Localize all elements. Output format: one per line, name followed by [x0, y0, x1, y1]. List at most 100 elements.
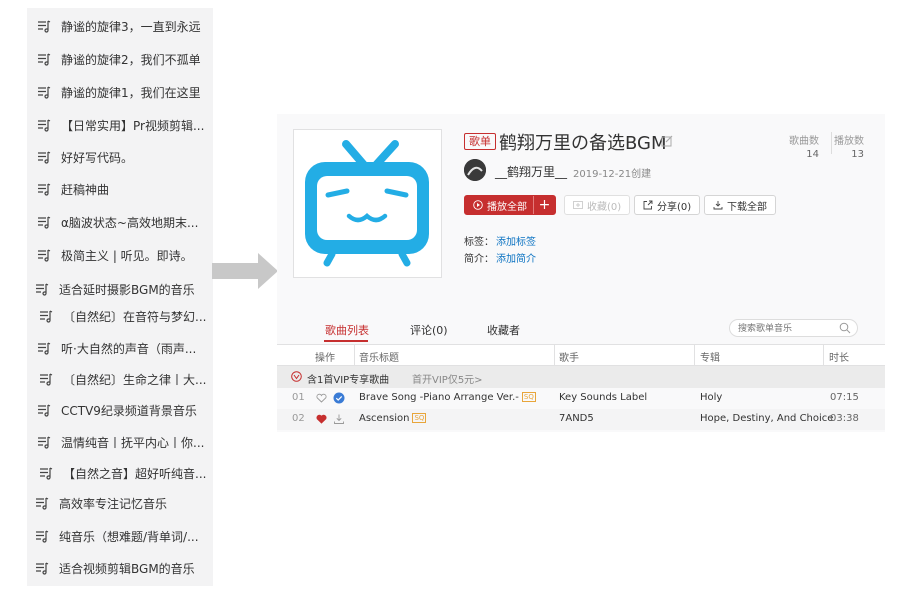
download-all-button[interactable]: 下载全部 — [704, 195, 776, 215]
playlist-sidebar: 静谧的旋律3，一直到永远 静谧的旋律2，我们不孤单 静谧的旋律1，我们在这里 【… — [27, 8, 213, 586]
add-to-queue-button[interactable]: + — [534, 196, 555, 214]
sidebar-playlist-label: 适合延时摄影BGM的音乐 — [59, 282, 195, 297]
play-count-value: 13 — [851, 149, 864, 160]
sidebar-playlist-item[interactable]: α脑波状态~高效地期末... — [37, 209, 223, 235]
sidebar-playlist-item[interactable]: 高效率专注记忆音乐 — [35, 490, 221, 516]
sidebar-playlist-item[interactable]: 温情纯音丨抚平内心丨你... — [37, 429, 223, 455]
like-icon[interactable] — [316, 393, 327, 403]
play-all-button[interactable]: 播放全部 + — [464, 195, 556, 215]
sidebar-playlist-item[interactable]: 适合延时摄影BGM的音乐 — [35, 276, 221, 302]
share-icon — [643, 200, 653, 210]
tab-comments[interactable]: 评论(0) — [410, 322, 448, 338]
add-intro-link[interactable]: 添加简介 — [496, 254, 536, 265]
tab-subscribers[interactable]: 收藏者 — [487, 322, 520, 338]
playlist-icon — [38, 342, 51, 355]
playlist-detail-panel: 歌单 鹤翔万里の备选BGM 歌曲数 14 播放数 13 __鹤翔万里__ 201… — [277, 114, 885, 432]
sidebar-playlist-item[interactable]: 赶稿神曲 — [37, 176, 223, 202]
sidebar-playlist-label: 高效率专注记忆音乐 — [59, 496, 168, 511]
share-button[interactable]: 分享(0) — [634, 195, 701, 215]
sidebar-playlist-label: 温情纯音丨抚平内心丨你... — [61, 435, 205, 450]
sidebar-playlist-item[interactable]: 〔自然纪〕在音符与梦幻... — [39, 303, 225, 329]
playlist-icon — [38, 249, 51, 262]
collect-label: 收藏(0) — [587, 201, 622, 213]
edit-icon[interactable] — [661, 135, 673, 147]
play-all-label: 播放全部 — [487, 201, 527, 213]
column-divider — [823, 345, 824, 366]
sidebar-playlist-item[interactable]: 听·大自然的声音（雨声... — [37, 335, 223, 361]
sidebar-playlist-label: 〔自然纪〕在音符与梦幻... — [63, 309, 207, 324]
sidebar-playlist-label: 静谧的旋律2，我们不孤单 — [61, 52, 201, 67]
sidebar-playlist-item[interactable]: 纯音乐（想难题/背单词/... — [35, 523, 221, 549]
sidebar-playlist-item[interactable]: 极简主义 | 听见。即诗。 — [37, 242, 223, 268]
sidebar-playlist-label: 极简主义 | 听见。即诗。 — [61, 248, 193, 263]
playlist-icon — [38, 404, 51, 417]
collect-icon — [573, 201, 583, 209]
playlist-icon — [38, 86, 51, 99]
track-artist[interactable]: 7AND5 — [559, 413, 594, 424]
liked-heart-icon[interactable] — [316, 414, 327, 424]
track-number: 01 — [292, 392, 305, 403]
track-title[interactable]: Ascension SQ — [359, 413, 427, 424]
track-title[interactable]: Brave Song -Piano Arrange Ver.- SQ — [359, 392, 536, 403]
playlist-icon — [38, 53, 51, 66]
column-divider — [554, 345, 555, 366]
downloaded-check-icon — [333, 392, 345, 404]
sidebar-playlist-item[interactable]: 适合视频剪辑BGM的音乐 — [35, 555, 221, 581]
creator-avatar[interactable] — [464, 159, 486, 181]
header-duration[interactable]: 时长 — [829, 349, 849, 364]
track-title-text: Ascension — [359, 413, 410, 424]
add-tags-link[interactable]: 添加标签 — [496, 237, 536, 248]
vip-upgrade-link[interactable]: 首开VIP仅5元> — [412, 371, 483, 386]
stat-divider — [831, 132, 832, 154]
quality-badge: SQ — [521, 392, 536, 402]
vip-icon — [291, 371, 302, 382]
sidebar-playlist-item[interactable]: CCTV9纪录频道背景音乐 — [37, 397, 223, 423]
creator-name[interactable]: __鹤翔万里__ — [495, 163, 567, 180]
table-row[interactable]: 01 Brave Song -Piano Arrange Ver.- SQ Key… — [277, 388, 885, 409]
sidebar-playlist-label: 【日常实用】Pr视频剪辑... — [61, 118, 205, 133]
track-artist[interactable]: Key Sounds Label — [559, 392, 647, 403]
header-album[interactable]: 专辑 — [700, 349, 720, 364]
sidebar-playlist-item[interactable]: 静谧的旋律1，我们在这里 — [37, 79, 223, 105]
play-all-main[interactable]: 播放全部 — [465, 196, 534, 214]
playlist-cover[interactable] — [293, 129, 442, 278]
tab-song-list[interactable]: 歌曲列表 — [325, 322, 369, 338]
track-album[interactable]: Holy — [700, 392, 722, 403]
sidebar-playlist-item[interactable]: 静谧的旋律3，一直到永远 — [37, 13, 223, 39]
track-duration: 07:15 — [830, 392, 859, 403]
playlist-icon — [36, 562, 49, 575]
download-icon[interactable] — [333, 413, 345, 425]
playlist-icon — [36, 497, 49, 510]
header-title[interactable]: 音乐标题 — [359, 349, 399, 364]
track-album[interactable]: Hope, Destiny, And Choice — [700, 413, 833, 424]
playlist-search[interactable] — [729, 319, 858, 337]
play-count-label: 播放数 — [834, 136, 864, 147]
sidebar-playlist-label: 适合视频剪辑BGM的音乐 — [59, 561, 195, 576]
download-label: 下载全部 — [727, 201, 767, 213]
search-icon[interactable] — [839, 322, 851, 334]
header-actions: 操作 — [315, 353, 335, 364]
playlist-badge: 歌单 — [464, 133, 496, 150]
sidebar-playlist-item[interactable]: 【日常实用】Pr视频剪辑... — [37, 112, 223, 138]
column-divider — [694, 345, 695, 366]
header-artist[interactable]: 歌手 — [559, 349, 579, 364]
created-date: 2019-12-21创建 — [573, 169, 652, 180]
table-header: 操作 音乐标题 歌手 专辑 时长 — [277, 344, 885, 366]
sidebar-playlist-item[interactable]: 好好写代码。 — [37, 144, 223, 170]
bilibili-tv-logo — [305, 140, 429, 267]
sidebar-playlist-item[interactable]: 〔自然纪〕生命之律丨大... — [39, 366, 225, 392]
sidebar-playlist-label: 纯音乐（想难题/背单词/... — [59, 529, 199, 544]
sidebar-playlist-item[interactable]: 静谧的旋律2，我们不孤单 — [37, 46, 223, 72]
song-count-stat: 歌曲数 14 — [789, 132, 819, 160]
playlist-icon — [40, 467, 53, 480]
sidebar-playlist-label: 好好写代码。 — [61, 150, 134, 165]
search-input[interactable] — [738, 322, 834, 334]
vip-notice-row: 含1首VIP专享歌曲 首开VIP仅5元> — [277, 366, 885, 388]
vip-notice-label: 含1首VIP专享歌曲 — [307, 375, 390, 386]
collect-button[interactable]: 收藏(0) — [564, 195, 631, 215]
sidebar-playlist-label: 〔自然纪〕生命之律丨大... — [63, 372, 207, 387]
play-count-stat: 播放数 13 — [834, 132, 864, 160]
intro-row: 简介： 添加简介 — [464, 250, 536, 265]
sidebar-playlist-item[interactable]: 【自然之音】超好听纯音... — [39, 460, 225, 486]
table-row[interactable]: 02 Ascension SQ 7AND5 Hope, Destiny, And … — [277, 409, 885, 430]
